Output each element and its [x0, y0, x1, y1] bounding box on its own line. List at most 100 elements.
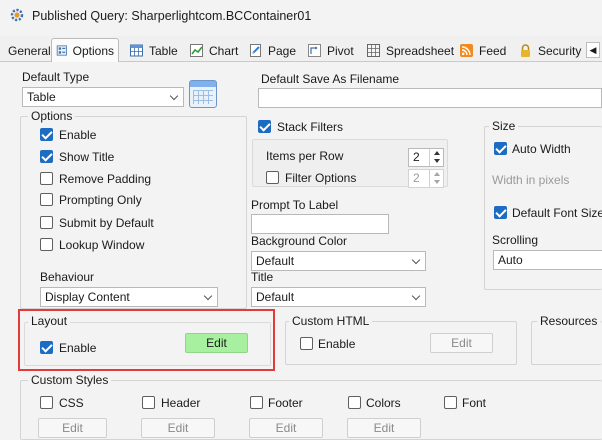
default-filename-input[interactable]: [258, 88, 602, 108]
prompt-to-label-label: Prompt To Label: [251, 198, 339, 212]
scrolling-value: Auto: [498, 253, 523, 267]
page-icon: [250, 44, 261, 57]
spin-arrows-icon[interactable]: [429, 170, 443, 187]
width-in-pixels-label: Width in pixels: [492, 173, 570, 187]
footer-edit-button[interactable]: Edit: [249, 418, 323, 438]
custom-html-group-label: Custom HTML: [289, 314, 373, 328]
size-group-label: Size: [489, 119, 519, 133]
custom-html-edit-button[interactable]: Edit: [430, 333, 493, 353]
chevron-down-icon: [169, 91, 179, 101]
tab-pivot-label: Pivot: [327, 43, 354, 58]
lookup-window-label: Lookup Window: [59, 238, 145, 252]
submit-by-default-label: Submit by Default: [59, 216, 154, 230]
items-per-row-value: 2: [413, 150, 420, 164]
custom-html-enable-label: Enable: [318, 337, 356, 351]
header-label: Header: [161, 396, 201, 410]
tab-scroll-button[interactable]: ◀: [586, 42, 600, 58]
default-font-size-label: Default Font Size: [512, 206, 602, 220]
filter-options-checkbox[interactable]: [266, 171, 279, 184]
chevron-down-icon: [411, 255, 421, 265]
prompting-only-label: Prompting Only: [59, 193, 142, 207]
tab-feed[interactable]: Feed: [455, 40, 510, 61]
tab-options-label: Options: [72, 43, 114, 58]
tab-spreadsheet[interactable]: Spreadsheet: [362, 40, 458, 61]
items-per-row-label: Items per Row: [266, 149, 344, 163]
tab-general-label: General: [8, 43, 51, 58]
pivot-icon: [308, 44, 321, 57]
filter-options-value: 2: [413, 171, 420, 185]
header-checkbox[interactable]: [142, 396, 155, 409]
tab-options[interactable]: Options: [51, 38, 119, 62]
show-title-checkbox[interactable]: [40, 150, 53, 163]
footer-label: Footer: [268, 396, 303, 410]
tab-page-label: Page: [268, 43, 297, 58]
tab-pivot[interactable]: Pivot: [303, 40, 358, 61]
spreadsheet-icon: [367, 44, 380, 57]
remove-padding-checkbox[interactable]: [40, 172, 53, 185]
lookup-window-checkbox[interactable]: [40, 238, 53, 251]
filter-options-label: Filter Options: [285, 171, 357, 185]
tab-security[interactable]: Security: [514, 40, 585, 61]
gear-app-icon: [10, 8, 24, 22]
scrolling-select[interactable]: Auto: [493, 250, 602, 270]
stack-filters-checkbox[interactable]: [258, 120, 271, 133]
layout-enable-checkbox[interactable]: [40, 341, 53, 354]
tab-table[interactable]: Table: [125, 40, 182, 61]
css-checkbox[interactable]: [40, 396, 53, 409]
colors-label: Colors: [366, 396, 401, 410]
font-checkbox[interactable]: [444, 396, 457, 409]
background-color-label: Background Color: [251, 234, 348, 248]
options-icon: [56, 45, 67, 56]
tab-chart[interactable]: Chart: [185, 40, 242, 61]
header-edit-button[interactable]: Edit: [141, 418, 215, 438]
options-group-label: Options: [28, 109, 76, 123]
enable-checkbox[interactable]: [40, 128, 53, 141]
auto-width-checkbox[interactable]: [494, 142, 507, 155]
default-type-label: Default Type: [22, 70, 90, 84]
stack-filters-label: Stack Filters: [277, 120, 344, 134]
custom-html-enable-checkbox[interactable]: [300, 337, 313, 350]
scrolling-label: Scrolling: [492, 233, 539, 247]
css-edit-button[interactable]: Edit: [38, 418, 107, 438]
prompt-to-label-input[interactable]: [251, 214, 389, 234]
tab-page[interactable]: Page: [244, 40, 300, 61]
title-select[interactable]: Default: [251, 287, 426, 307]
default-type-value: Table: [27, 90, 56, 104]
tab-feed-label: Feed: [479, 43, 507, 58]
chart-icon: [190, 44, 203, 57]
enable-label: Enable: [59, 128, 97, 142]
layout-enable-label: Enable: [59, 341, 97, 355]
window-title: Published Query: Sharperlightcom.BCConta…: [32, 9, 312, 23]
submit-by-default-checkbox[interactable]: [40, 216, 53, 229]
tab-chart-label: Chart: [209, 43, 239, 58]
default-filename-label: Default Save As Filename: [261, 72, 400, 86]
colors-edit-button[interactable]: Edit: [347, 418, 421, 438]
behaviour-value: Display Content: [45, 290, 130, 304]
filter-options-stepper[interactable]: 2: [408, 169, 444, 188]
font-label: Font: [462, 396, 487, 410]
colors-checkbox[interactable]: [348, 396, 361, 409]
prompting-only-checkbox[interactable]: [40, 193, 53, 206]
tab-security-label: Security: [538, 43, 582, 58]
table-icon: [130, 44, 143, 57]
items-per-row-stepper[interactable]: 2: [408, 148, 444, 167]
show-title-label: Show Title: [59, 150, 115, 164]
background-color-value: Default: [256, 254, 295, 268]
background-color-select[interactable]: Default: [251, 251, 426, 271]
tab-general[interactable]: General: [4, 40, 55, 61]
resources-group-label: Resources: [537, 314, 601, 328]
layout-edit-button[interactable]: Edit: [185, 333, 248, 353]
auto-width-label: Auto Width: [512, 142, 571, 156]
footer-checkbox[interactable]: [250, 396, 263, 409]
rss-feed-icon: [460, 44, 473, 57]
tab-table-label: Table: [149, 43, 178, 58]
layout-group-label: Layout: [28, 314, 71, 328]
spin-arrows-icon[interactable]: [429, 149, 443, 166]
tab-spreadsheet-label: Spreadsheet: [386, 43, 455, 58]
behaviour-select[interactable]: Display Content: [40, 287, 218, 307]
default-type-select[interactable]: Table: [22, 87, 184, 107]
title-value: Default: [256, 290, 295, 304]
custom-styles-group-label: Custom Styles: [28, 373, 112, 387]
default-font-size-checkbox[interactable]: [494, 206, 507, 219]
lock-icon: [521, 44, 530, 57]
